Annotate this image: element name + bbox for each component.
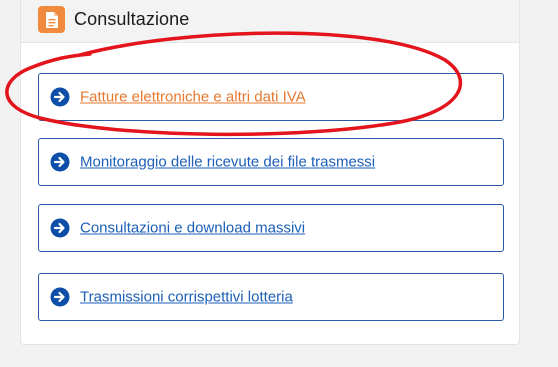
link-fatture-elettroniche[interactable]: Fatture elettroniche e altri dati IVA [38,73,504,121]
link-consultazioni-download[interactable]: Consultazioni e download massivi [38,204,504,252]
panel-header: Consultazione [21,0,519,43]
panel-title: Consultazione [74,9,190,29]
link-trasmissioni-corrispettivi[interactable]: Trasmissioni corrispettivi lotteria [38,273,504,321]
consultazione-panel: Consultazione Fatture elettroniche e alt… [20,0,520,345]
link-label[interactable]: Fatture elettroniche e altri dati IVA [80,89,306,106]
arrow-right-circle-icon [50,287,70,307]
link-label[interactable]: Consultazioni e download massivi [80,220,305,237]
arrow-right-circle-icon [50,218,70,238]
document-icon [38,6,65,33]
arrow-right-circle-icon [50,152,70,172]
link-monitoraggio-ricevute[interactable]: Monitoraggio delle ricevute dei file tra… [38,138,504,186]
link-label[interactable]: Monitoraggio delle ricevute dei file tra… [80,154,375,171]
arrow-right-circle-icon [50,87,70,107]
link-label[interactable]: Trasmissioni corrispettivi lotteria [80,289,293,306]
